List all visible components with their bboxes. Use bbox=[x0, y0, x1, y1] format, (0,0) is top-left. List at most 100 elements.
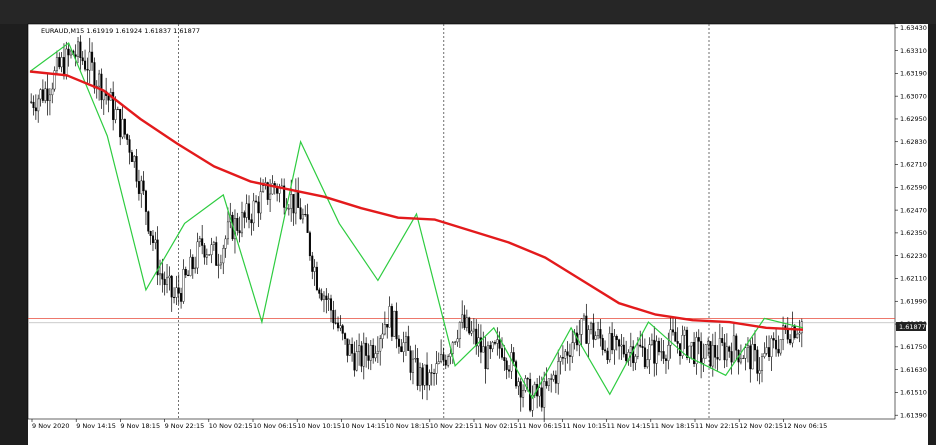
candle-body bbox=[158, 273, 162, 276]
candle-body bbox=[735, 335, 738, 351]
candle-body bbox=[315, 266, 318, 291]
candle-body bbox=[74, 54, 77, 57]
candle-body bbox=[79, 41, 82, 58]
candle-body bbox=[564, 351, 567, 359]
candle-body bbox=[697, 337, 700, 342]
candle-body bbox=[332, 310, 335, 324]
current-price-tag: 1.61877 bbox=[899, 323, 926, 331]
candle-body bbox=[294, 191, 297, 214]
candle-body bbox=[175, 287, 178, 298]
candle-body bbox=[601, 338, 604, 350]
candle-body bbox=[671, 329, 675, 333]
x-tick-label: 11 Nov 18:15 bbox=[651, 422, 695, 430]
candle-body bbox=[444, 359, 447, 366]
x-tick-label: 11 Nov 22:15 bbox=[695, 422, 739, 430]
candle-body bbox=[714, 345, 717, 358]
candle-body bbox=[353, 353, 356, 371]
x-tick-label: 12 Nov 06:15 bbox=[783, 422, 827, 430]
candle-body bbox=[639, 344, 642, 347]
candle-body bbox=[472, 328, 475, 332]
candle-body bbox=[184, 269, 187, 276]
candle-body bbox=[304, 214, 307, 216]
candle-body bbox=[351, 344, 354, 354]
price-chart[interactable]: 1.63430 1.63310 1.63190 1.63070 1.62950 1.628… bbox=[0, 0, 936, 445]
candle-body bbox=[660, 351, 663, 353]
candle-body bbox=[587, 329, 590, 344]
candle-body bbox=[796, 333, 799, 339]
x-tick-label: 11 Nov 06:15 bbox=[518, 422, 562, 430]
y-tick-label: 1.62950 bbox=[900, 115, 927, 123]
candle-body bbox=[135, 156, 138, 182]
candle-body bbox=[421, 367, 424, 386]
candle-body bbox=[191, 256, 194, 270]
y-tick-label: 1.62110 bbox=[900, 275, 927, 283]
candle-body bbox=[93, 62, 96, 89]
candle-body bbox=[67, 48, 70, 56]
candle-body bbox=[133, 156, 136, 162]
candle-body bbox=[86, 69, 89, 71]
candle-body bbox=[386, 324, 389, 328]
candle-body bbox=[723, 342, 726, 361]
candle-body bbox=[648, 344, 651, 360]
candle-body bbox=[709, 341, 712, 367]
candle-body bbox=[458, 322, 461, 340]
candle-body bbox=[463, 314, 466, 328]
candle-body bbox=[655, 340, 658, 364]
candle-body bbox=[742, 357, 745, 360]
candle-body bbox=[522, 390, 525, 398]
candle-body bbox=[744, 347, 747, 359]
candle-body bbox=[182, 269, 185, 302]
candle-body bbox=[250, 219, 253, 224]
candle-body bbox=[341, 325, 344, 334]
candle-body bbox=[739, 358, 742, 363]
candle-body bbox=[486, 345, 489, 370]
candle-body bbox=[500, 348, 504, 358]
candle-body bbox=[777, 348, 780, 354]
candle-body bbox=[390, 306, 393, 337]
candle-body bbox=[297, 191, 300, 208]
candle-body bbox=[34, 107, 37, 112]
y-tick-label: 1.62830 bbox=[900, 138, 927, 146]
candle-body bbox=[339, 325, 342, 329]
candle-body bbox=[749, 345, 752, 370]
candle-body bbox=[81, 57, 84, 62]
candle-body bbox=[269, 193, 272, 200]
candle-body bbox=[592, 322, 595, 340]
candle-body bbox=[238, 230, 241, 234]
candle-body bbox=[414, 358, 417, 360]
candle-body bbox=[786, 329, 789, 340]
candle-body bbox=[662, 351, 665, 359]
candle-body bbox=[76, 41, 80, 57]
candle-body bbox=[503, 357, 506, 361]
candle-body bbox=[416, 358, 419, 386]
candle-body bbox=[763, 353, 766, 358]
candle-body bbox=[411, 358, 415, 373]
candle-body bbox=[301, 214, 304, 220]
candle-body bbox=[114, 109, 117, 120]
candle-body bbox=[308, 232, 311, 257]
candle-body bbox=[215, 242, 218, 266]
candle-body bbox=[568, 355, 571, 357]
candle-body bbox=[383, 324, 386, 335]
candle-body bbox=[589, 322, 593, 330]
candle-body bbox=[508, 369, 511, 372]
y-tick-label: 1.62350 bbox=[900, 229, 927, 237]
candle-body bbox=[147, 211, 150, 232]
candle-body bbox=[299, 207, 302, 220]
candle-body bbox=[151, 235, 154, 244]
candle-body bbox=[594, 335, 597, 340]
candle-body bbox=[447, 356, 450, 366]
candle-body bbox=[121, 118, 124, 138]
candle-body bbox=[346, 338, 349, 356]
candle-body bbox=[32, 101, 35, 108]
candle-body bbox=[329, 298, 333, 311]
y-tick-label: 1.63430 bbox=[900, 24, 927, 32]
candle-body bbox=[126, 134, 129, 140]
candle-body bbox=[348, 344, 351, 356]
candle-body bbox=[374, 353, 377, 359]
candle-body bbox=[482, 346, 485, 353]
candle-body bbox=[686, 329, 689, 359]
candle-body bbox=[198, 238, 201, 243]
candle-body bbox=[423, 364, 426, 386]
candle-body bbox=[561, 357, 564, 359]
